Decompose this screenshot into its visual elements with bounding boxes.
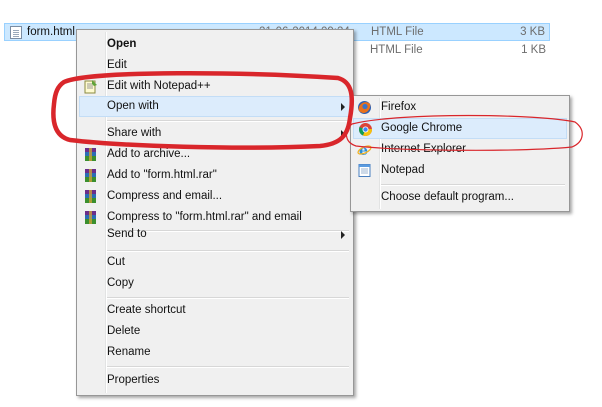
notepad-icon [358,164,371,177]
menu-item-label: Cut [107,256,125,268]
menu-item-copy[interactable]: Copy [79,273,351,294]
menu-item-label: Add to "form.html.rar" [107,169,217,181]
winrar-icon [85,148,96,161]
menu-separator [381,184,565,186]
menu-item-edit-notepadpp[interactable]: Edit with Notepad++ [79,76,351,97]
menu-item-label: Send to [107,228,147,240]
menu-item-label: Create shortcut [107,304,186,316]
menu-item-label: Notepad [381,164,425,176]
menu-item-label: Edit [107,59,127,71]
firefox-icon [358,101,371,114]
internet-explorer-icon: e [357,143,372,157]
submenu-arrow-icon [341,130,345,138]
submenu-arrow-icon [341,103,345,111]
menu-item-label: Rename [107,346,151,358]
menu-item-share-with[interactable]: Share with [79,123,351,144]
menu-item-label: Open [107,38,137,50]
winrar-icon [85,169,96,182]
submenu-item-notepad[interactable]: Notepad [353,160,567,181]
menu-item-cut[interactable]: Cut [79,252,351,273]
menu-item-add-to-rar[interactable]: Add to "form.html.rar" [79,165,351,186]
menu-item-label: Share with [107,127,162,139]
menu-item-label: Google Chrome [381,122,463,134]
submenu-item-choose-default[interactable]: Choose default program... [353,187,567,208]
menu-item-label: Properties [107,374,160,386]
svg-text:e: e [359,143,368,157]
file-name: form.html [27,26,75,38]
menu-separator [107,120,349,122]
file-size: 1 KB [521,44,546,56]
chrome-icon [359,123,373,137]
menu-item-label: Edit with Notepad++ [107,80,211,92]
submenu-item-firefox[interactable]: Firefox [353,97,567,118]
submenu-item-internet-explorer[interactable]: e Internet Explorer [353,139,567,160]
file-size: 3 KB [520,26,545,38]
menu-item-rename[interactable]: Rename [79,342,351,363]
menu-item-label: Internet Explorer [381,143,467,155]
menu-item-properties[interactable]: Properties [79,370,351,391]
winrar-icon [85,190,96,203]
file-type: HTML File [371,26,424,38]
menu-item-compress-email[interactable]: Compress and email... [79,186,351,207]
menu-item-edit[interactable]: Edit [79,55,351,76]
menu-item-create-shortcut[interactable]: Create shortcut [79,300,351,321]
menu-separator [107,366,349,368]
notepadpp-icon [84,80,97,94]
menu-item-label: Choose default program... [381,191,514,203]
menu-separator [107,297,349,299]
menu-item-label: Copy [107,277,134,289]
context-menu: Open Edit Edit with Notepad++ Open with … [76,29,354,396]
submenu-item-google-chrome[interactable]: Google Chrome [353,118,567,139]
menu-item-open-with[interactable]: Open with [79,96,351,117]
file-type: HTML File [370,44,423,56]
menu-item-send-to[interactable]: Send to [79,224,351,245]
menu-item-label: Delete [107,325,141,337]
submenu-arrow-icon [341,231,345,239]
menu-item-add-to-archive[interactable]: Add to archive... [79,144,351,165]
menu-item-label: Open with [107,100,159,112]
menu-item-label: Compress and email... [107,190,223,202]
winrar-icon [85,211,96,224]
menu-item-open[interactable]: Open [79,34,351,55]
html-file-icon [10,26,22,39]
menu-item-delete[interactable]: Delete [79,321,351,342]
open-with-submenu: Firefox Google Chrome e Internet Explore… [350,95,570,212]
menu-item-label: Firefox [381,101,417,113]
menu-item-label: Add to archive... [107,148,191,160]
